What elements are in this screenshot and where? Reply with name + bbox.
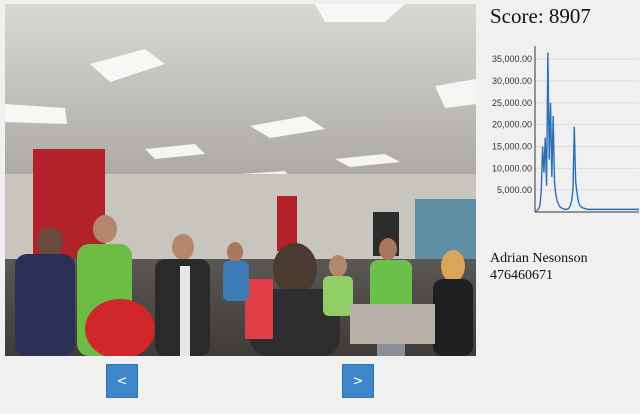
chart-y-tick-label: 30,000.00 — [492, 76, 532, 86]
player-info: Adrian Nesonson 476460671 — [490, 250, 588, 284]
chart-y-tick-label: 10,000.00 — [492, 163, 532, 173]
player-id: 476460671 — [490, 268, 553, 283]
previous-button[interactable]: < — [106, 364, 138, 398]
chart-y-tick-label: 5,000.00 — [497, 185, 532, 195]
score-history-chart: 5,000.00 10,000.00 15,000.00 20,000.00 25,00… — [492, 46, 639, 213]
chart-y-tick-label: 35,000.00 — [492, 54, 532, 64]
chart-y-tick-label: 25,000.00 — [492, 98, 532, 108]
score-label: Score: 8907 — [490, 4, 591, 28]
chart-y-ticks: 5,000.00 10,000.00 15,000.00 20,000.00 25,00… — [492, 54, 532, 195]
webcam-photo — [5, 4, 476, 356]
chart-y-tick-label: 15,000.00 — [492, 141, 532, 151]
chart-y-tick-label: 20,000.00 — [492, 120, 532, 130]
player-name: Adrian Nesonson — [490, 251, 588, 266]
next-button[interactable]: > — [342, 364, 374, 398]
chart-series-line — [535, 52, 639, 213]
